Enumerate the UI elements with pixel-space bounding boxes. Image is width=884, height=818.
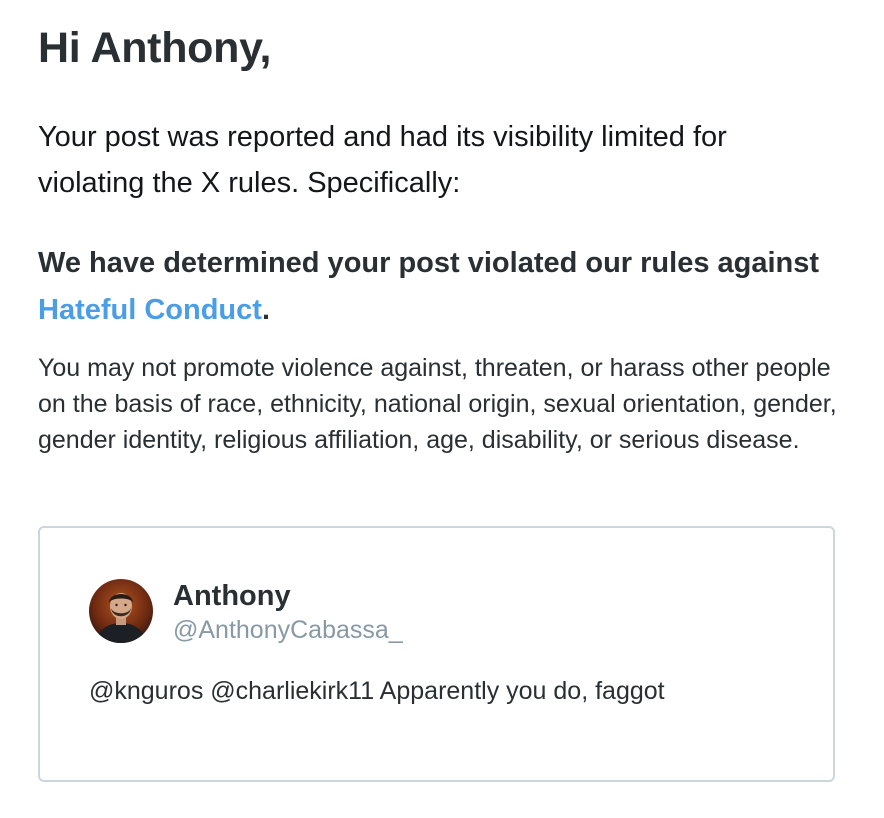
reported-post-card: Anthony @AnthonyCabassa_ @knguros @charl… [38, 526, 835, 782]
hateful-conduct-link[interactable]: Hateful Conduct [38, 294, 262, 326]
determination-paragraph: We have determined your post violated ou… [38, 240, 838, 334]
greeting-heading: Hi Anthony, [38, 24, 272, 72]
determination-suffix: . [261, 294, 270, 326]
intro-paragraph: Your post was reported and had its visib… [38, 121, 727, 199]
post-text: @knguros @charliekirk11 Apparently you d… [89, 677, 665, 705]
avatar[interactable] [89, 579, 153, 643]
author-handle[interactable]: @AnthonyCabassa_ [173, 614, 403, 646]
determination-prefix: We have determined your post violated ou… [38, 247, 820, 279]
profile-photo-icon [89, 579, 153, 643]
author-name[interactable]: Anthony [173, 578, 291, 614]
rule-description: You may not promote violence against, th… [38, 354, 837, 454]
